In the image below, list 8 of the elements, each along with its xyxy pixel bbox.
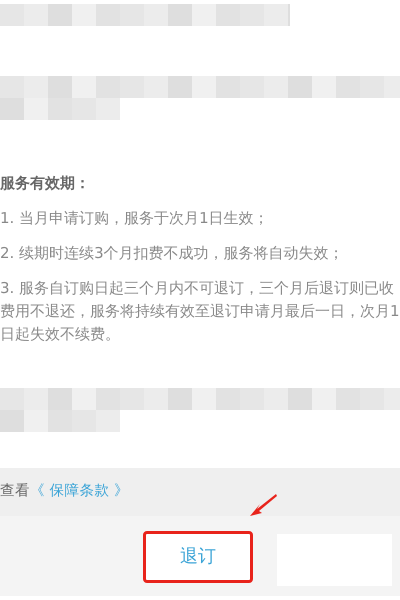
rule-text: 1. 当月申请订购，服务于次月1日生效； [0,208,270,228]
terms-link[interactable]: 《 保障条款 》 [30,480,130,502]
rule-text: 2. 续期时连续3个月扣费不成功，服务将自动失效； [0,242,345,264]
section-title: 服务有效期： [0,173,91,194]
rule-text: 3. 服务自订购日起三个月内不可退订，三个月后退订则已收费用不退还，服务将持续有效至退订申请月最后一日，次月1日起失效不续费。 [0,278,400,344]
pointer-arrow [248,492,278,518]
terms-label: 查看 [0,482,30,501]
unsubscribe-button[interactable]: 退订 [143,530,253,582]
